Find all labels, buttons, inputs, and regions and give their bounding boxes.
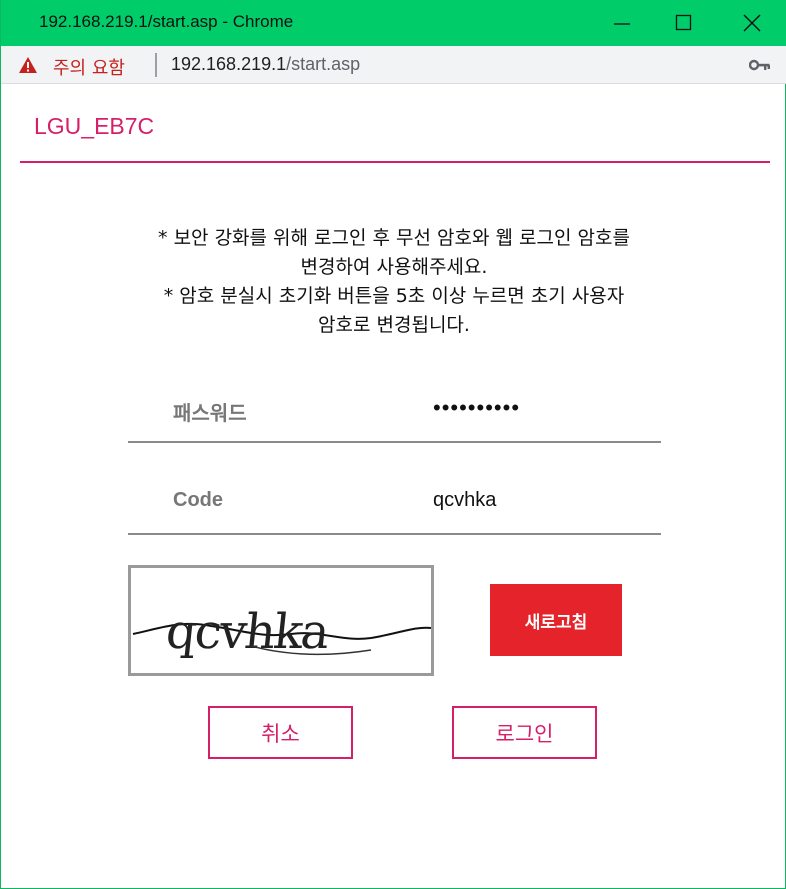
captcha-refresh-button[interactable]: 새로고침 [490, 584, 622, 656]
minimize-icon [614, 23, 630, 25]
minimize-button[interactable] [589, 0, 655, 46]
title-bar: 192.168.219.1/start.asp - Chrome [1, 0, 786, 46]
login-button[interactable]: 로그인 [452, 706, 597, 759]
password-label: 패스워드 [173, 403, 247, 425]
code-label: Code [173, 489, 223, 511]
maximize-button[interactable] [651, 0, 717, 46]
notice-line: 암호로 변경됩니다. [318, 314, 470, 336]
captcha-text: qcvhka [163, 604, 331, 660]
security-warning-label[interactable]: 주의 요함 [53, 54, 125, 80]
browser-window: 192.168.219.1/start.asp - Chrome 주의 요함 1… [0, 0, 786, 889]
warning-icon[interactable] [18, 55, 38, 75]
router-brand-title: LGU_EB7C [34, 113, 155, 139]
close-icon [743, 14, 761, 32]
window-title: 192.168.219.1/start.asp - Chrome [39, 12, 294, 31]
brand-divider [20, 161, 770, 163]
maximize-icon [675, 14, 692, 31]
notice-line: * 보안 강화를 위해 로그인 후 무선 암호와 웹 로그인 암호를 [158, 227, 630, 249]
notice-line: 변경하여 사용해주세요. [300, 256, 488, 278]
address-divider [155, 53, 157, 77]
password-row: 패스워드 •••••••••• [128, 383, 661, 443]
password-input[interactable]: •••••••••• [433, 395, 653, 427]
code-row: Code qcvhka [128, 475, 661, 535]
url-host: 192.168.219.1 [171, 54, 287, 74]
address-bar[interactable]: 주의 요함 192.168.219.1/start.asp [1, 46, 786, 84]
url-text[interactable]: 192.168.219.1/start.asp [171, 54, 360, 75]
key-icon[interactable] [749, 58, 771, 72]
security-notice: * 보안 강화를 위해 로그인 후 무선 암호와 웹 로그인 암호를 변경하여 … [71, 224, 717, 340]
notice-line: * 암호 분실시 초기화 버튼을 5초 이상 누르면 초기 사용자 [163, 285, 625, 307]
cancel-button[interactable]: 취소 [208, 706, 353, 759]
url-path: /start.asp [286, 54, 361, 74]
close-button[interactable] [719, 0, 785, 46]
code-input[interactable]: qcvhka [433, 489, 653, 521]
captcha-graphic: qcvhka [132, 604, 432, 660]
captcha-image: qcvhka [128, 565, 434, 676]
